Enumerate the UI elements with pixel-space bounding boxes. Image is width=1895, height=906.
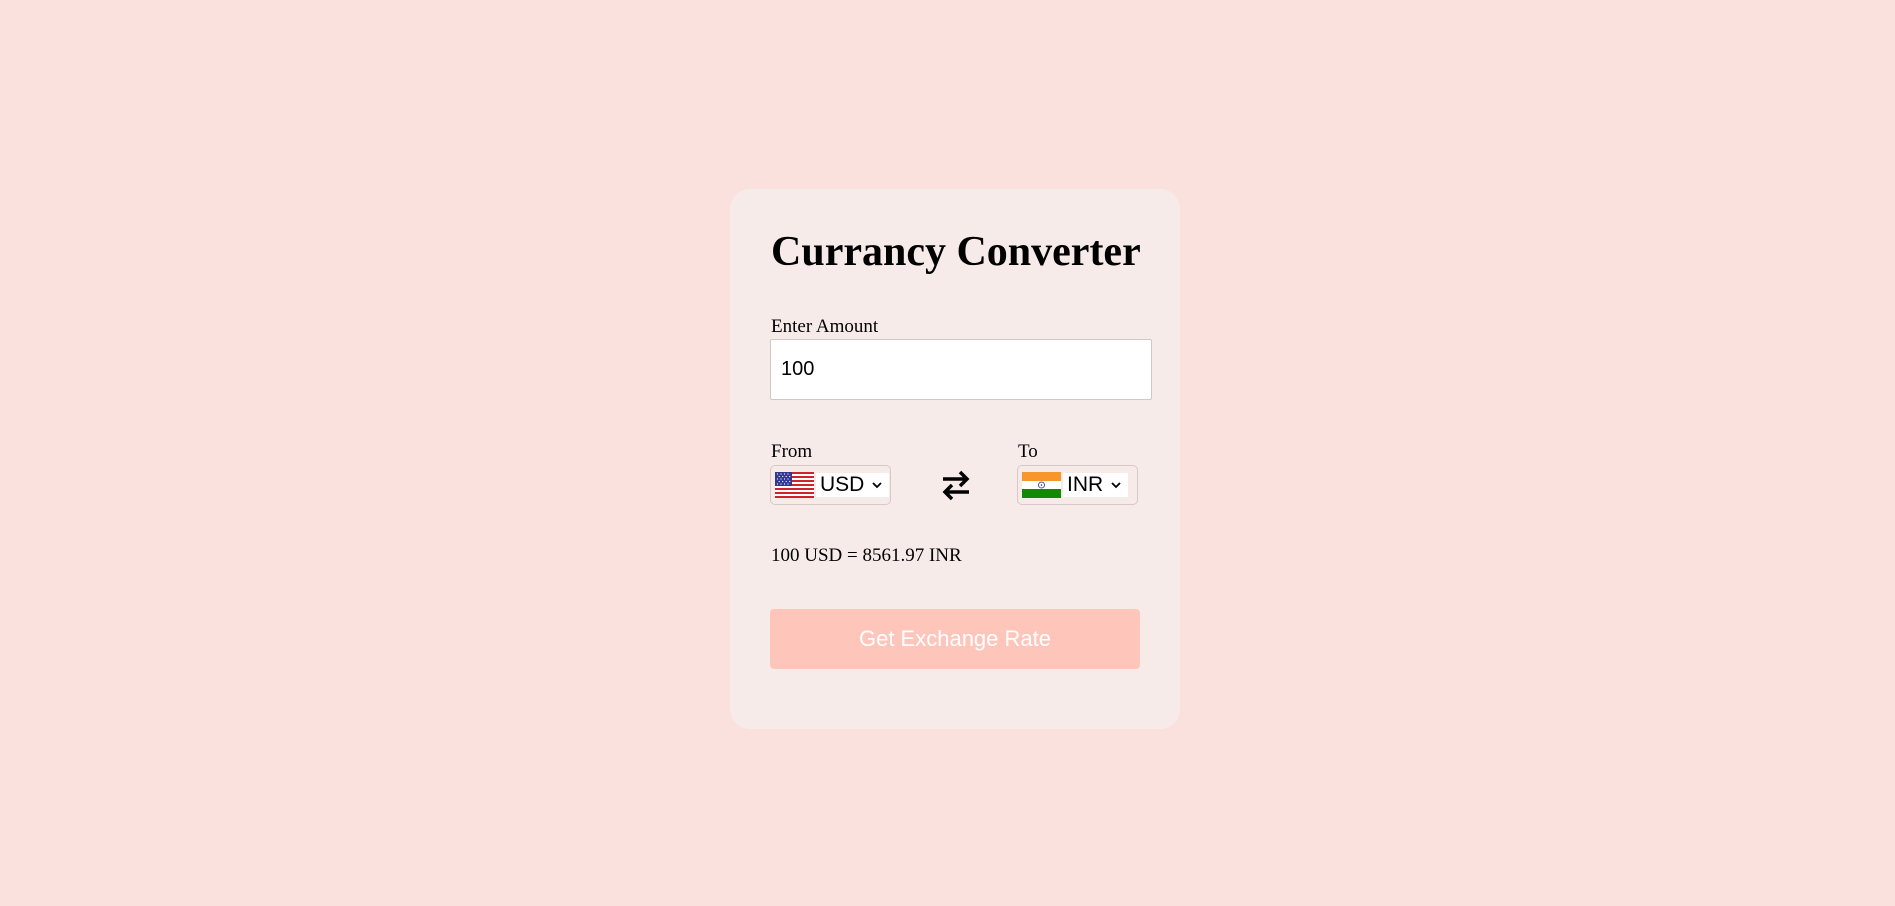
page-title: Currancy Converter bbox=[771, 229, 1141, 275]
exchange-result: 100 USD = 8561.97 INR bbox=[771, 545, 962, 566]
amount-label: Enter Amount bbox=[771, 316, 879, 337]
to-currency-select[interactable]: INR bbox=[1017, 465, 1138, 505]
amount-input[interactable] bbox=[770, 339, 1152, 400]
chevron-down-icon bbox=[1111, 482, 1121, 489]
from-currency-select[interactable]: USD bbox=[770, 465, 891, 505]
chevron-down-icon bbox=[872, 482, 882, 489]
from-currency-value[interactable]: USD bbox=[816, 473, 890, 497]
converter-card: Currancy Converter Enter Amount From USD bbox=[730, 189, 1180, 729]
to-label: To bbox=[1018, 441, 1038, 462]
to-currency-code: INR bbox=[1067, 473, 1104, 496]
india-flag-icon bbox=[1022, 472, 1061, 498]
swap-arrows-icon[interactable] bbox=[939, 467, 973, 503]
from-label: From bbox=[771, 441, 813, 462]
from-currency-code: USD bbox=[820, 473, 865, 496]
us-flag-icon bbox=[775, 472, 814, 498]
get-exchange-rate-button[interactable]: Get Exchange Rate bbox=[770, 609, 1140, 669]
to-currency-value[interactable]: INR bbox=[1063, 473, 1129, 497]
